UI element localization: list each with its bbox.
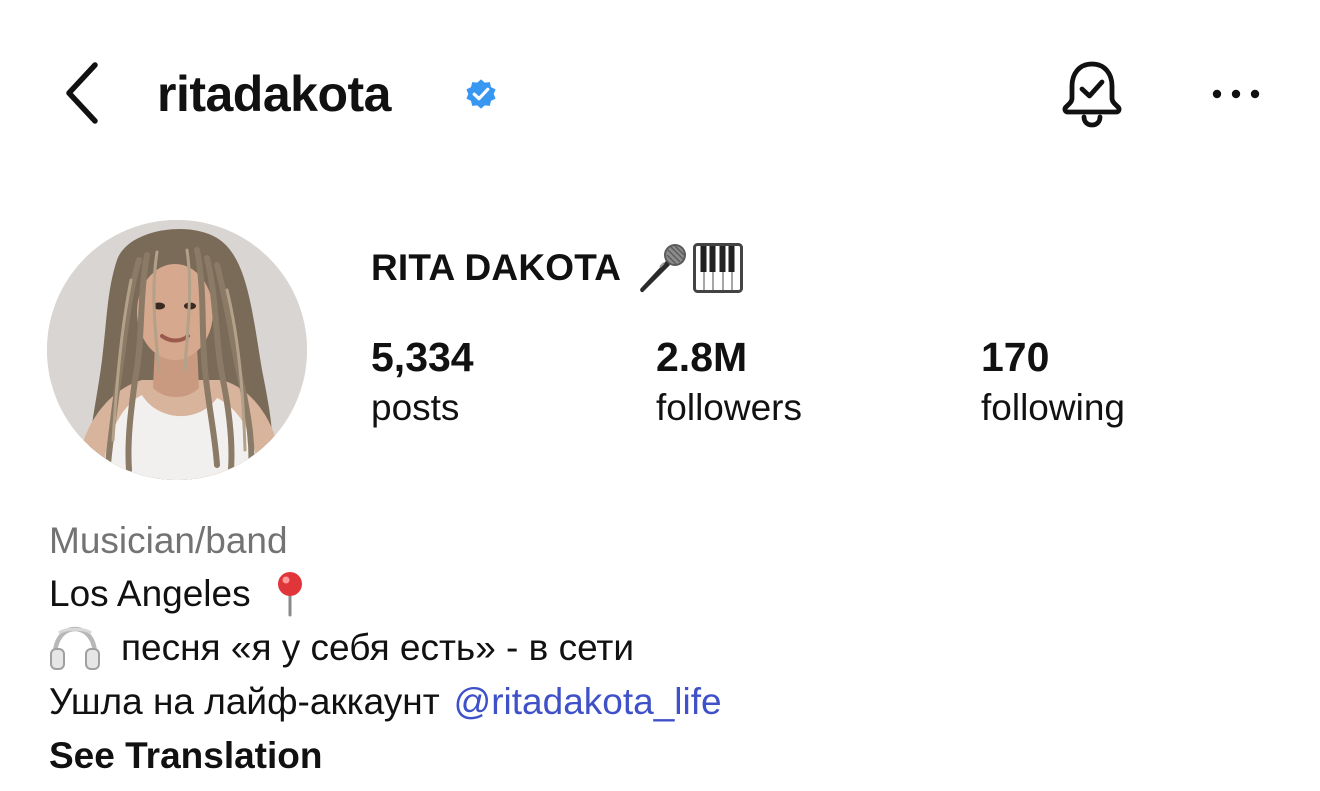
following-label: following [981,387,1125,428]
name-emojis [633,242,744,294]
display-name-text: RITA DAKOTA [371,247,622,288]
bio-song-text: песня «я у себя есть» - в сети [121,627,635,668]
more-options-button[interactable] [1203,72,1269,116]
bio-moved-line: Ушла на лайф-аккаунт @ritadakota_life [49,677,722,727]
ellipsis-icon [1212,89,1260,99]
bio-location-line: Los Angeles [49,569,307,619]
posts-count: 5,334 [371,334,474,380]
posts-label: posts [371,387,460,428]
bio-song-line: песня «я у себя есть» - в сети [49,623,634,673]
bell-check-icon [1062,61,1122,128]
following-count: 170 [981,334,1050,380]
back-button[interactable] [56,58,108,128]
chevron-left-icon [66,62,98,124]
verified-badge-icon [466,79,496,109]
pushpin-icon [273,571,307,617]
stat-posts[interactable]: 5,334 posts [371,332,474,432]
followers-label: followers [656,387,802,428]
profile-display-name: RITA DAKOTA [371,242,744,294]
mention-link[interactable]: @ritadakota_life [454,677,722,727]
followers-count: 2.8M [656,334,748,380]
see-translation-button[interactable]: See Translation [49,731,323,781]
profile-category: Musician/band [49,520,288,561]
stat-followers[interactable]: 2.8M followers [656,332,802,432]
profile-username: ritadakota [157,66,391,122]
microphone-icon [640,244,687,293]
notifications-button[interactable] [1054,56,1130,132]
bio-moved-text: Ушла на лайф-аккаунт [49,681,440,722]
stat-following[interactable]: 170 following [981,332,1125,432]
headphones-icon [49,625,101,671]
piano-keys-icon [693,243,744,293]
avatar-photo [47,220,307,480]
bio-location-text: Los Angeles [49,573,251,614]
profile-avatar[interactable] [47,220,307,480]
